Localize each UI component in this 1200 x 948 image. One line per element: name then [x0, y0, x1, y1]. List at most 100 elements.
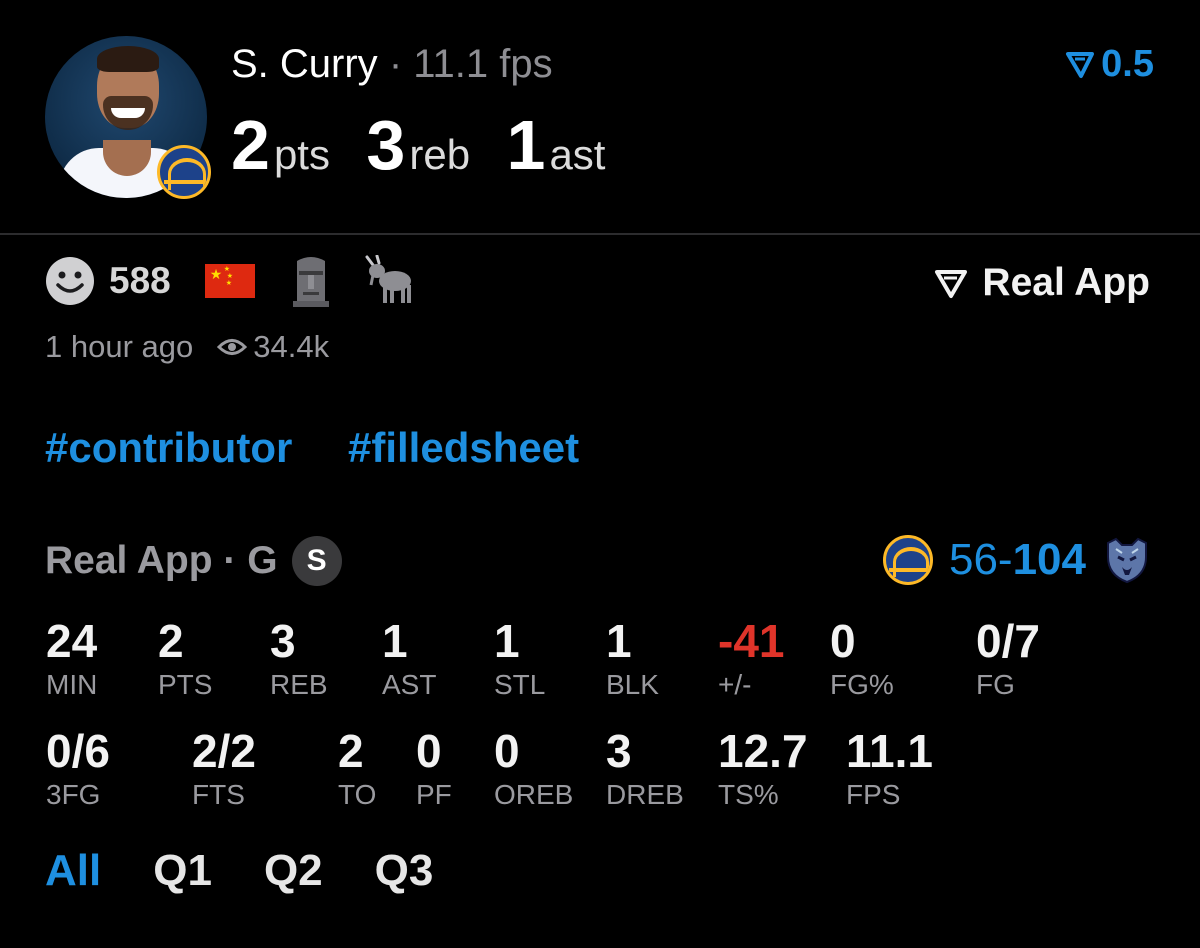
stat-value: 2	[338, 725, 364, 777]
view-count: 34.4k	[217, 326, 329, 368]
stat-value: 24	[46, 615, 98, 667]
eye-icon	[217, 339, 248, 355]
moai-icon[interactable]	[289, 255, 333, 307]
tab-q3[interactable]: Q3	[375, 842, 434, 900]
player-name-line: S. Curry · 11.1 fps	[231, 40, 553, 88]
post-time: 1 hour ago	[45, 329, 194, 364]
headline-ast-unit: ast	[549, 131, 606, 178]
headline-pts-value: 2	[231, 106, 270, 184]
rating-value: 0.5	[1101, 43, 1154, 85]
stat-value: 12.7	[718, 725, 808, 777]
stat-value: 3	[606, 725, 632, 777]
player-name[interactable]: S. Curry	[231, 42, 378, 86]
brand-label: Real App	[982, 261, 1150, 304]
warriors-logo-icon	[882, 535, 933, 585]
stat-to: 2 TO	[338, 724, 376, 812]
stat-label: STL	[494, 669, 546, 700]
post-meta: 1 hour ago 34.4k	[45, 326, 329, 368]
stat-label: TO	[338, 779, 377, 810]
quarter-tabs: All Q1 Q2 Q3	[45, 842, 485, 900]
stat-value: 11.1	[846, 725, 933, 777]
stat-label: +/-	[718, 669, 752, 700]
stat-pf: 0 PF	[416, 724, 452, 812]
hashtags: #contributor #filledsheet	[45, 422, 623, 474]
game-source-label: Real App · G	[45, 539, 278, 582]
stat-value: 0/6	[46, 725, 110, 777]
stat-label: FG%	[830, 669, 894, 700]
stat-label: AST	[382, 669, 437, 700]
stat-label: FTS	[192, 779, 245, 810]
stat-blk: 1 BLK	[606, 614, 659, 702]
stat-ast: 1 AST	[382, 614, 436, 702]
stat-value: 0/7	[976, 615, 1040, 667]
stat-label: FG	[976, 669, 1015, 700]
goat-icon[interactable]	[363, 255, 417, 307]
tab-q1[interactable]: Q1	[153, 842, 212, 900]
stat-fg: 0/7 FG	[976, 614, 1040, 702]
stat-label: REB	[270, 669, 328, 700]
stat-label: PF	[416, 779, 452, 810]
header-divider	[0, 233, 1200, 235]
stat-value: 2	[158, 615, 184, 667]
avatar-hair	[97, 46, 159, 72]
stat-label: DREB	[606, 779, 684, 810]
stat-oreb: 0 OREB	[494, 724, 573, 812]
real-logo-icon	[1066, 52, 1095, 78]
view-count-value: 34.4k	[253, 329, 330, 364]
grizzlies-logo-icon	[1107, 537, 1147, 584]
stat-value: 3	[270, 615, 296, 667]
score-team: 56	[948, 535, 998, 584]
score-opponent: 104	[1012, 535, 1086, 584]
stat-value: 1	[606, 615, 632, 667]
stat-value: 0	[494, 725, 520, 777]
score-text: 56-104	[949, 533, 1086, 587]
player-fps: 11.1 fps	[413, 42, 553, 86]
avatar-smile	[111, 108, 145, 118]
tab-q2[interactable]: Q2	[264, 842, 323, 900]
headline-pts-unit: pts	[273, 131, 330, 178]
stat-plus-minus: -41 +/-	[718, 614, 784, 702]
reactions-row: 588 ★ ★ ★ ★	[45, 255, 417, 307]
reaction-count[interactable]: 588	[109, 260, 171, 302]
stat-fts: 2/2 FTS	[192, 724, 256, 812]
stat-value: -41	[718, 615, 785, 667]
stat-dreb: 3 DREB	[606, 724, 684, 812]
stat-value: 0	[416, 725, 442, 777]
stat-label: MIN	[46, 669, 98, 700]
stat-3fg: 0/6 3FG	[46, 724, 110, 812]
real-logo-icon	[935, 270, 968, 298]
headline-statline: 2pts 3reb 1ast	[231, 100, 637, 210]
headline-reb-unit: reb	[409, 131, 471, 178]
headline-ast-value: 1	[506, 106, 546, 184]
stat-label: PTS	[158, 669, 213, 700]
separator-dot: ·	[388, 42, 403, 86]
china-flag-icon[interactable]: ★ ★ ★ ★	[204, 264, 255, 298]
stat-label: 3FG	[46, 779, 101, 810]
stat-fg-pct: 0 FG%	[830, 614, 894, 702]
warriors-logo-icon	[157, 145, 211, 199]
stat-value: 2/2	[192, 725, 256, 777]
score-dash: -	[997, 535, 1013, 584]
stat-reb: 3 REB	[270, 614, 328, 702]
brand-link[interactable]: Real App	[934, 258, 1150, 308]
hashtag-filledsheet[interactable]: #filledsheet	[348, 424, 579, 471]
stat-stl: 1 STL	[494, 614, 545, 702]
stat-fps: 11.1 FPS	[846, 724, 933, 812]
stat-value: 1	[382, 615, 408, 667]
stat-label: TS%	[718, 779, 779, 810]
smiley-face-icon[interactable]	[45, 256, 95, 306]
game-score[interactable]: 56-104	[882, 533, 1152, 587]
game-source: Real App · G S	[45, 536, 342, 586]
stat-label: OREB	[494, 779, 574, 810]
stat-ts-pct: 12.7 TS%	[718, 724, 808, 812]
stat-label: FPS	[846, 779, 901, 810]
headline-reb-value: 3	[366, 106, 406, 184]
hashtag-contributor[interactable]: #contributor	[45, 424, 292, 471]
tab-all[interactable]: All	[45, 842, 101, 900]
stat-label: BLK	[606, 669, 659, 700]
rating-badge[interactable]: 0.5	[1065, 40, 1154, 88]
stat-pts: 2 PTS	[158, 614, 212, 702]
stat-value: 1	[494, 615, 520, 667]
stat-min: 24 MIN	[46, 614, 97, 702]
stat-value: 0	[830, 615, 856, 667]
